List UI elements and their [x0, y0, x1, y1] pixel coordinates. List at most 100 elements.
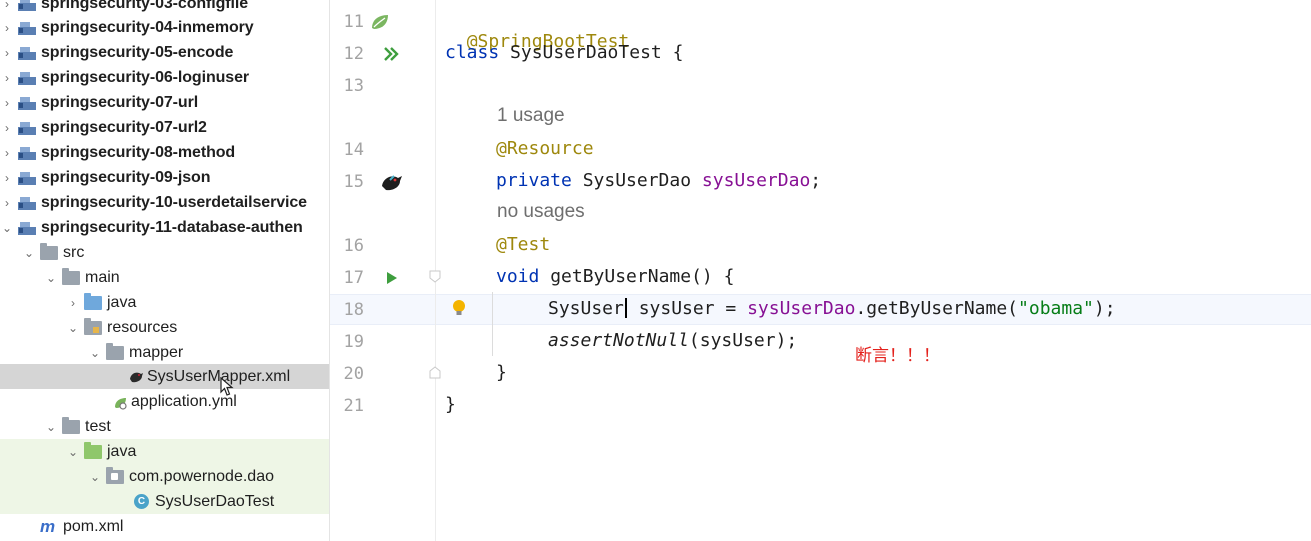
code-text: getByUserName() { [539, 266, 735, 287]
tree-file-application-yml[interactable]: application.yml [0, 389, 330, 414]
tree-folder-src[interactable]: ⌄ src [0, 240, 330, 265]
code-line-15: private SysUserDao sysUserDao; [496, 170, 821, 191]
folder-icon [62, 416, 80, 434]
tree-module-item[interactable]: › springsecurity-07-url2 [0, 115, 330, 140]
annotation: @Test [496, 234, 551, 255]
folder-label: resources [107, 318, 178, 336]
folder-label: java [107, 293, 137, 311]
tree-file-pom[interactable]: m pom.xml [0, 514, 330, 539]
chevron-right-icon[interactable]: › [0, 0, 14, 11]
module-label: springsecurity-03-configfile [41, 0, 249, 12]
code-line-21: } [445, 394, 456, 415]
chevron-right-icon[interactable]: › [0, 46, 14, 60]
tree-folder-java[interactable]: › java [0, 290, 330, 315]
line-number: 15 [343, 172, 364, 192]
code-line-20: } [496, 362, 507, 383]
resources-folder-icon [84, 317, 102, 335]
package-label: com.powernode.dao [129, 467, 274, 485]
chevron-right-icon[interactable]: › [0, 96, 14, 110]
line-number: 17 [343, 268, 364, 288]
run-all-tests-icon[interactable] [383, 45, 401, 63]
chevron-right-icon[interactable]: › [0, 196, 14, 210]
module-label: springsecurity-11-database-authen [41, 218, 303, 236]
tree-folder-test[interactable]: ⌄ test [0, 414, 330, 439]
chevron-down-icon[interactable]: ⌄ [88, 470, 102, 484]
tree-package[interactable]: ⌄ com.powernode.dao [0, 464, 330, 489]
mybatis-bird-icon[interactable] [380, 172, 404, 194]
string-literal: "obama" [1018, 298, 1094, 319]
tree-file-mapper-xml[interactable]: SysUserMapper.xml [0, 364, 330, 389]
module-label: springsecurity-08-method [41, 143, 236, 161]
tree-module-item[interactable]: › springsecurity-06-loginuser [0, 65, 330, 90]
module-icon [18, 170, 36, 185]
file-label: pom.xml [63, 517, 124, 535]
tree-module-item[interactable]: › springsecurity-04-inmemory [0, 15, 330, 40]
tree-module-item[interactable]: › springsecurity-10-userdetailservice [0, 190, 330, 215]
project-tree: › springsecurity-03-configfile › springs… [0, 0, 330, 541]
folder-label: test [85, 417, 111, 435]
chevron-down-icon[interactable]: ⌄ [22, 246, 36, 260]
spring-bean-icon[interactable] [370, 13, 390, 31]
chevron-down-icon[interactable]: ⌄ [44, 420, 58, 434]
code-text: ); [1093, 298, 1116, 319]
line-number: 12 [343, 44, 364, 64]
chevron-down-icon[interactable]: ⌄ [66, 445, 80, 459]
chevron-right-icon[interactable]: › [0, 146, 14, 160]
package-icon [106, 466, 124, 484]
chevron-down-icon[interactable]: ⌄ [0, 221, 14, 235]
module-icon [18, 220, 36, 235]
code-line-18: SysUser sysUser = sysUserDao.getByUserNa… [548, 298, 1116, 319]
tree-module-item[interactable]: › springsecurity-03-configfile [0, 0, 330, 16]
module-icon [18, 45, 36, 60]
chevron-right-icon[interactable]: › [0, 171, 14, 185]
chevron-right-icon[interactable]: › [0, 121, 14, 135]
line-number: 19 [343, 332, 364, 352]
folder-label: mapper [129, 343, 184, 361]
module-label: springsecurity-09-json [41, 168, 211, 186]
chevron-down-icon[interactable]: ⌄ [44, 271, 58, 285]
tree-module-item[interactable]: › springsecurity-05-encode [0, 40, 330, 65]
module-icon [18, 0, 36, 11]
code-text: ; [810, 170, 822, 191]
tree-folder-resources[interactable]: ⌄ resources [0, 315, 330, 340]
module-label: springsecurity-04-inmemory [41, 18, 254, 36]
tree-module-item[interactable]: › springsecurity-09-json [0, 165, 330, 190]
line-number: 13 [343, 76, 364, 96]
tree-module-item[interactable]: › springsecurity-07-url [0, 90, 330, 115]
code-line-16: @Test [496, 234, 550, 255]
chevron-right-icon[interactable]: › [66, 296, 80, 310]
module-icon [18, 120, 36, 135]
mybatis-bird-icon [128, 370, 143, 384]
tree-folder-main[interactable]: ⌄ main [0, 265, 330, 290]
indent-guide [492, 292, 493, 356]
tree-module-item[interactable]: ⌄ springsecurity-11-database-authen [0, 215, 330, 240]
line-number: 18 [343, 300, 364, 320]
chevron-right-icon[interactable]: › [0, 21, 14, 35]
module-label: springsecurity-07-url2 [41, 118, 207, 136]
tree-folder-mapper[interactable]: ⌄ mapper [0, 340, 330, 365]
tree-module-item[interactable]: › springsecurity-08-method [0, 140, 330, 165]
chevron-right-icon[interactable]: › [0, 71, 14, 85]
usage-hint[interactable]: 1 usage [497, 105, 565, 127]
tree-folder-test-java[interactable]: ⌄ java [0, 439, 330, 464]
tree-file-test-class[interactable]: C SysUserDaoTest [0, 489, 330, 514]
source-folder-icon [84, 292, 102, 310]
code-text: SysUserDao [571, 170, 702, 191]
module-icon [18, 95, 36, 110]
keyword: void [496, 266, 540, 287]
code-text: (sysUser); [688, 330, 798, 351]
keyword: class [445, 42, 500, 63]
module-label: springsecurity-06-loginuser [41, 68, 250, 86]
chevron-down-icon[interactable]: ⌄ [66, 321, 80, 335]
handwritten-note: 断言！！！ [855, 346, 940, 366]
code-line-19: assertNotNull(sysUser); [548, 330, 797, 351]
usage-hint[interactable]: no usages [497, 201, 585, 223]
folder-label: main [85, 268, 120, 286]
folder-icon [106, 342, 124, 360]
keyword: private [496, 170, 572, 191]
module-label: springsecurity-07-url [41, 93, 199, 111]
method-call: assertNotNull [548, 330, 689, 351]
run-test-icon[interactable] [385, 270, 399, 286]
text-caret [624, 298, 627, 318]
chevron-down-icon[interactable]: ⌄ [88, 346, 102, 360]
